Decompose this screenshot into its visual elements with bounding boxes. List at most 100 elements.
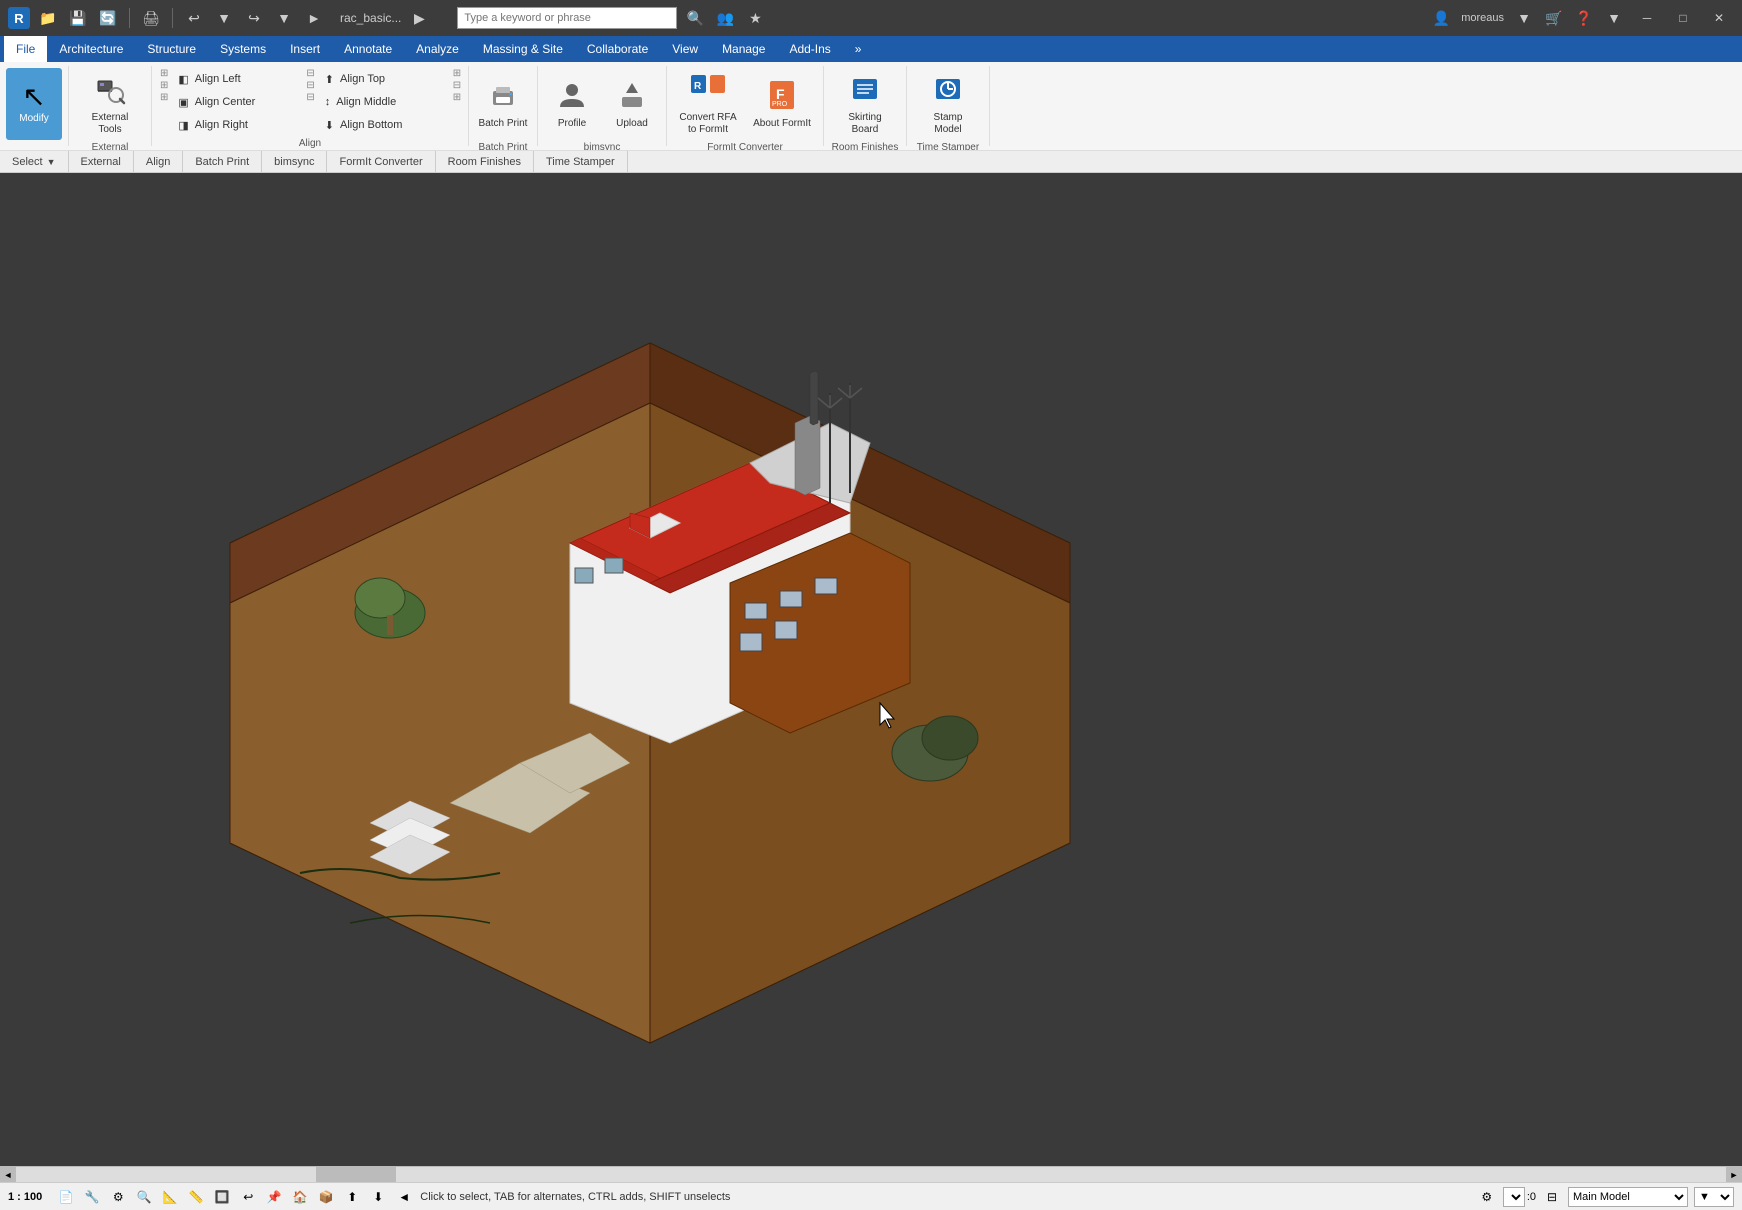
menu-analyze[interactable]: Analyze <box>404 36 471 62</box>
menu-annotate[interactable]: Annotate <box>332 36 404 62</box>
sb-icon4[interactable]: 🔍 <box>134 1187 154 1207</box>
save-btn[interactable]: 💾 <box>66 6 90 30</box>
menu-view[interactable]: View <box>660 36 710 62</box>
sb-icon1[interactable]: 📄 <box>56 1187 76 1207</box>
sb-icon7[interactable]: 🔲 <box>212 1187 232 1207</box>
help-arrow[interactable]: ▼ <box>1602 6 1626 30</box>
undo-arrow[interactable]: ▼ <box>212 6 236 30</box>
ribbon-content: ↖ Modify <box>0 62 1742 150</box>
footer-time-stamper[interactable]: Time Stamper <box>534 151 628 172</box>
sb-icon2[interactable]: 🔧 <box>82 1187 102 1207</box>
footer-select-arrow[interactable]: ▼ <box>47 157 56 167</box>
sb-icon14[interactable]: ◄ <box>394 1187 414 1207</box>
minimize-btn[interactable]: ─ <box>1632 4 1662 32</box>
h-scroll-thumb[interactable] <box>316 1167 396 1182</box>
svg-text:PRO: PRO <box>772 101 788 108</box>
star-btn[interactable]: ★ <box>743 6 767 30</box>
search-icon[interactable]: 🔍 <box>683 6 707 30</box>
upload-btn[interactable]: Upload <box>604 68 660 140</box>
sb-settings-icon[interactable]: ⚙ <box>1477 1187 1497 1207</box>
search-box[interactable] <box>457 7 677 29</box>
align-top-btn[interactable]: ⬆ Align Top <box>321 68 451 90</box>
ribbon-group-batch-print: Batch Print Batch Print <box>469 66 538 146</box>
external-tools-btn[interactable]: ExternalTools <box>75 68 145 140</box>
sb-icon11[interactable]: 📦 <box>316 1187 336 1207</box>
view-area[interactable]: ─ □ ✕ ▲ <box>0 173 1742 1166</box>
status-bar: 1 : 100 📄 🔧 ⚙ 🔍 📐 📏 🔲 ↩ 📌 🏠 📦 ⬆ ⬇ ◄ Clic… <box>0 1182 1742 1210</box>
menu-collaborate[interactable]: Collaborate <box>575 36 660 62</box>
user-arrow[interactable]: ▼ <box>1512 6 1536 30</box>
ribbon: ↖ Modify <box>0 62 1742 173</box>
sync-btn[interactable]: 🔄 <box>96 6 120 30</box>
sb-icon12[interactable]: ⬆ <box>342 1187 362 1207</box>
open-btn[interactable]: 📁 <box>36 6 60 30</box>
extra-btn[interactable]: ► <box>302 6 326 30</box>
align-right-btn[interactable]: ◨ Align Right <box>174 114 304 136</box>
print-btn[interactable]: 🖨 <box>139 6 163 30</box>
menu-systems[interactable]: Systems <box>208 36 278 62</box>
file-arrow[interactable]: ▶ <box>407 6 431 30</box>
footer-room-finishes[interactable]: Room Finishes <box>436 151 534 172</box>
menu-bar: File Architecture Structure Systems Inse… <box>0 36 1742 62</box>
footer-formit[interactable]: FormIt Converter <box>327 151 435 172</box>
align-center-btn[interactable]: ▣ Align Center <box>174 91 304 113</box>
more-select[interactable]: ▼ <box>1694 1187 1734 1207</box>
restore-btn[interactable]: □ <box>1668 4 1698 32</box>
menu-insert[interactable]: Insert <box>278 36 332 62</box>
menu-structure[interactable]: Structure <box>135 36 208 62</box>
convert-rfa-btn[interactable]: R F Convert RFAto FormIt <box>673 68 743 140</box>
menu-addins[interactable]: Add-Ins <box>777 36 842 62</box>
align-bottom-btn[interactable]: ⬇ Align Bottom <box>321 114 451 136</box>
username: moreaus <box>1461 12 1504 24</box>
stamp-model-btn[interactable]: StampModel <box>913 68 983 140</box>
align-left-icon: ◧ <box>178 73 188 86</box>
scroll-left-arrow[interactable]: ◄ <box>0 1167 16 1183</box>
people-btn[interactable]: 👥 <box>713 6 737 30</box>
menu-manage[interactable]: Manage <box>710 36 777 62</box>
sb-icon3[interactable]: ⚙ <box>108 1187 128 1207</box>
help-btn[interactable]: ❓ <box>1572 6 1596 30</box>
batch-print-btn[interactable]: Batch Print <box>475 68 531 140</box>
align-left-btn[interactable]: ◧ Align Left <box>174 68 304 90</box>
model-select[interactable]: Main Model <box>1568 1187 1688 1207</box>
sb-icon8[interactable]: ↩ <box>238 1187 258 1207</box>
menu-architecture[interactable]: Architecture <box>47 36 135 62</box>
scroll-right-arrow[interactable]: ► <box>1726 1167 1742 1183</box>
undo-btn[interactable]: ↩ <box>182 6 206 30</box>
footer-bimsync[interactable]: bimsync <box>262 151 327 172</box>
modify-btn[interactable]: ↖ Modify <box>6 68 62 140</box>
redo-arrow[interactable]: ▼ <box>272 6 296 30</box>
footer-batch-print[interactable]: Batch Print <box>183 151 262 172</box>
footer-align[interactable]: Align <box>134 151 183 172</box>
about-formit-btn[interactable]: F PRO About FormIt <box>747 68 817 140</box>
sb-icon6[interactable]: 📏 <box>186 1187 206 1207</box>
status-dropdown[interactable] <box>1503 1187 1525 1207</box>
close-btn[interactable]: ✕ <box>1704 4 1734 32</box>
modify-icon: ↖ <box>22 83 45 111</box>
ribbon-group-formit-inner: R F Convert RFAto FormIt F P <box>673 68 817 140</box>
cart-btn[interactable]: 🛒 <box>1542 6 1566 30</box>
skirting-board-btn[interactable]: SkirtingBoard <box>830 68 900 140</box>
search-input[interactable] <box>464 12 670 24</box>
footer-external[interactable]: External <box>69 151 134 172</box>
h-scroll-track[interactable] <box>16 1167 1726 1182</box>
skirting-board-icon <box>849 73 881 110</box>
modify-label: Modify <box>19 113 48 125</box>
sb-section-icon[interactable]: ⊟ <box>1542 1187 1562 1207</box>
menu-massing[interactable]: Massing & Site <box>471 36 575 62</box>
profile-btn[interactable]: Profile <box>544 68 600 140</box>
redo-btn[interactable]: ↪ <box>242 6 266 30</box>
align-bottom-label: Align Bottom <box>340 119 402 131</box>
ribbon-group-time-stamper: StampModel Time Stamper <box>907 66 990 146</box>
align-center-label: Align Center <box>195 96 256 108</box>
footer-select[interactable]: Select ▼ <box>0 151 69 172</box>
sb-icon5[interactable]: 📐 <box>160 1187 180 1207</box>
sb-icon13[interactable]: ⬇ <box>368 1187 388 1207</box>
align-middle-btn[interactable]: ↕ Align Middle <box>321 91 451 113</box>
menu-file[interactable]: File <box>4 36 47 62</box>
menu-more[interactable]: » <box>843 36 874 62</box>
sb-icon9[interactable]: 📌 <box>264 1187 284 1207</box>
ribbon-group-align: ⊞ ⊞ ⊞ ◧ Align Left ▣ Ali <box>152 66 469 146</box>
horizontal-scrollbar[interactable]: ◄ ► <box>0 1166 1742 1182</box>
sb-icon10[interactable]: 🏠 <box>290 1187 310 1207</box>
